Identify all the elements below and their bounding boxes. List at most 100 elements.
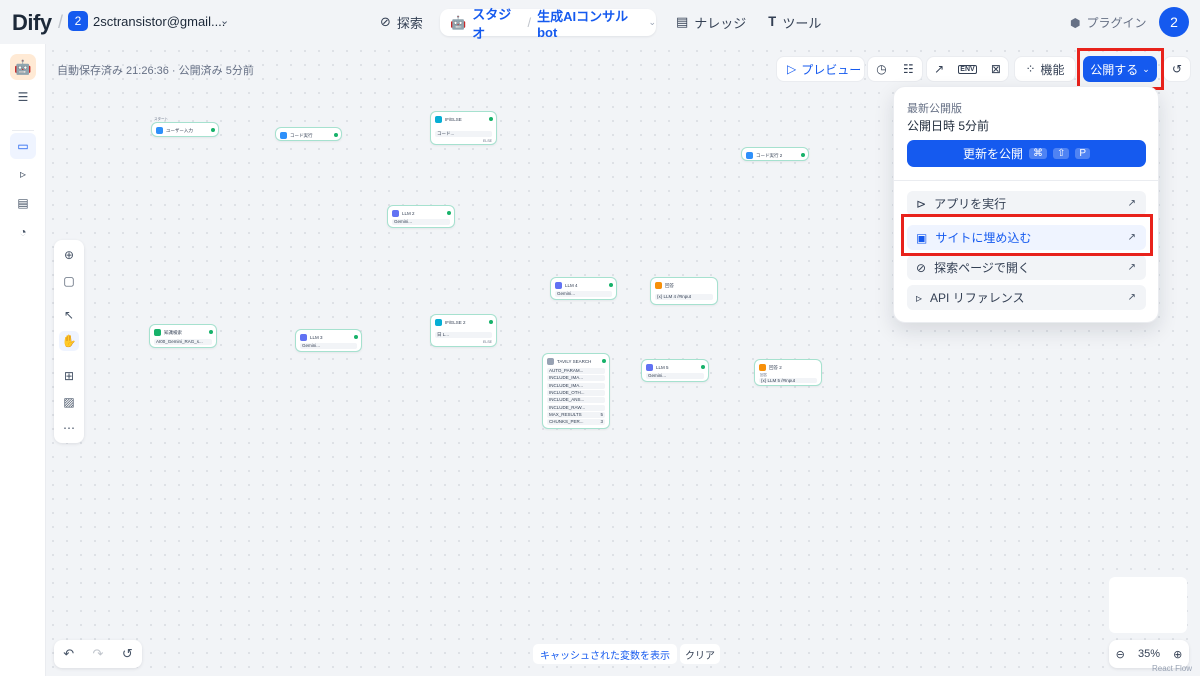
plugins-label: プラグイン	[1086, 16, 1147, 30]
avatar[interactable]: 2	[1159, 7, 1189, 37]
node-handle[interactable]	[801, 153, 805, 157]
zoom-out-icon[interactable]: ⊖	[1116, 648, 1125, 661]
add-node-icon[interactable]: ⊕	[59, 245, 79, 265]
layout-icon[interactable]: ⊞	[59, 366, 79, 386]
node-ifelse-1[interactable]: IF/ELSE コード... ELSE	[430, 111, 497, 145]
node-handle[interactable]	[211, 128, 215, 132]
logs-icon[interactable]: ▤	[12, 192, 34, 214]
node-handle[interactable]	[334, 133, 338, 137]
node-tavily-search[interactable]: TAVILY SEARCH AUTO_PARAM... INCLUDE_IMA..…	[542, 353, 610, 429]
autosave-status: 自動保存済み 21:26:36 · 公開済み 5分前	[57, 65, 254, 77]
external-link-icon: ↗	[1127, 292, 1136, 303]
react-flow-attribution: React Flow	[1152, 664, 1193, 673]
sliders-icon[interactable]: ☰	[12, 86, 34, 108]
node-title: TAVILY SEARCH	[557, 359, 592, 364]
image-export-icon[interactable]: ▨	[59, 392, 79, 412]
toolbar-group-variables: ↗ ENV ⊠	[926, 56, 1009, 82]
terminal-icon[interactable]: ▹	[12, 163, 34, 185]
start-tag: スタート	[154, 117, 168, 121]
answer-row: {x} LLM 4 /#Input	[655, 294, 713, 300]
terminal-icon: ▹	[916, 290, 923, 305]
else-label: ELSE	[483, 139, 492, 143]
menu-api-reference[interactable]: ▹ API リファレンス ↗	[907, 285, 1146, 310]
param-name: INCLUDE_ANS...	[549, 397, 585, 403]
node-handle[interactable]	[489, 320, 493, 324]
plugins-link[interactable]: ⬢ プラグイン	[1070, 14, 1147, 31]
hand-icon[interactable]: ✋	[59, 331, 79, 351]
variable-icon[interactable]: ⊠	[991, 62, 1001, 76]
preview-button[interactable]: ▷ プレビュー	[776, 56, 865, 82]
node-handle[interactable]	[447, 211, 451, 215]
node-title: LLM 4	[565, 283, 578, 288]
nav-knowledge[interactable]: ▤ ナレッジ	[676, 10, 746, 34]
dify-logo[interactable]: Dify	[12, 10, 52, 36]
history-icon[interactable]: ↺	[122, 646, 133, 662]
zoom-in-icon[interactable]: ⊕	[1173, 648, 1182, 661]
node-llm-3[interactable]: LLM 3 Gemini...	[295, 329, 362, 352]
node-llm-5[interactable]: LLM 5 Gemini...	[641, 359, 709, 382]
app-icon[interactable]: 🤖	[10, 54, 36, 80]
node-answer-1[interactable]: 回答 {x} LLM 4 /#Input	[650, 277, 718, 305]
publish-update-button[interactable]: 更新を公開 ⌘ ⇧ P	[907, 140, 1146, 167]
app-name[interactable]: 生成AIコンサルbot	[537, 6, 642, 40]
node-handle[interactable]	[602, 359, 606, 363]
node-code-2[interactable]: コード実行 2	[741, 147, 809, 161]
monitor-icon[interactable]: ◔	[12, 221, 34, 243]
checklist-icon[interactable]: ☷	[903, 62, 914, 76]
zoom-level[interactable]: 35%	[1138, 648, 1160, 660]
node-handle[interactable]	[701, 365, 705, 369]
menu-run-app[interactable]: ⊳ アプリを実行 ↗	[907, 191, 1146, 216]
node-user-input[interactable]: スタート ユーザー入力	[151, 117, 219, 137]
menu-open-explore[interactable]: ⊘ 探索ページで開く ↗	[907, 255, 1146, 280]
database-icon	[154, 329, 161, 336]
workspace-name[interactable]: 2sctransistor@gmail....	[93, 14, 225, 29]
kbd-cmd: ⌘	[1028, 148, 1047, 159]
undo-icon[interactable]: ↶	[63, 646, 74, 662]
answer-row: {x} LLM 5 /#Input	[759, 378, 817, 383]
node-llm-4[interactable]: LLM 4 Gemini...	[550, 277, 617, 300]
highlight-embed	[901, 214, 1153, 256]
answer-icon	[655, 282, 662, 289]
node-answer-2[interactable]: 回答 2 回答 {x} LLM 5 /#Input	[754, 359, 822, 386]
env-icon[interactable]: ENV	[958, 64, 977, 74]
nav-studio[interactable]: 🤖 スタジオ / 生成AIコンサルbot ⌄	[440, 7, 656, 41]
tavily-param-row: MAX_RESULTS 5	[547, 411, 605, 418]
node-knowledge-retrieval[interactable]: 知識検索 AI00_Gemini_RAG_s...	[149, 324, 217, 348]
node-handle[interactable]	[489, 117, 493, 121]
chevron-down-icon[interactable]: ⌄	[220, 14, 229, 27]
show-cached-variables-button[interactable]: キャッシュされた変数を表示	[533, 644, 677, 664]
cube-icon: ⬢	[1070, 15, 1081, 30]
node-llm-2[interactable]: LLM 2 Gemini...	[387, 205, 455, 228]
export-icon[interactable]: ↗	[934, 62, 944, 76]
param-name: INCLUDE_IMA...	[549, 382, 584, 388]
node-title: コード実行 2	[756, 152, 783, 158]
history-button[interactable]: ↺	[1163, 56, 1191, 82]
features-button[interactable]: ⁘ 機能	[1014, 56, 1076, 82]
add-note-icon[interactable]: ▢	[59, 271, 79, 291]
minimap[interactable]	[1109, 577, 1187, 633]
workspace-badge[interactable]: 2	[68, 11, 88, 31]
nav-tools[interactable]: 𝐓 ツール	[768, 10, 821, 34]
workflow-icon[interactable]: ▭	[10, 133, 36, 159]
more-icon[interactable]: ⋯	[59, 418, 79, 438]
redo-icon[interactable]: ↷	[93, 646, 104, 662]
llm-icon	[555, 282, 562, 289]
clear-button[interactable]: クリア	[680, 644, 720, 664]
book-icon: ▤	[676, 14, 689, 29]
node-handle[interactable]	[209, 330, 213, 334]
node-ifelse-2[interactable]: IF/ELSE 2 日 L... ELSE	[430, 314, 497, 347]
node-title: 知識検索	[164, 329, 182, 335]
menu-run-app-label: アプリを実行	[934, 197, 1007, 211]
checklist-clock-icon[interactable]: ◷	[876, 62, 886, 76]
node-code-1[interactable]: コード実行	[275, 127, 342, 141]
pointer-icon[interactable]: ↖	[59, 305, 79, 325]
header-divider: /	[58, 12, 64, 32]
node-handle[interactable]	[609, 283, 613, 287]
chevron-down-icon[interactable]: ⌄	[648, 17, 656, 28]
dataset-row: AI00_Gemini_RAG_s...	[154, 339, 212, 345]
kbd-shift: ⇧	[1052, 148, 1070, 159]
model-row: Gemini...	[392, 219, 450, 225]
nav-explore[interactable]: ⊘ 探索	[380, 10, 423, 34]
node-handle[interactable]	[354, 335, 358, 339]
node-title: コード実行	[290, 132, 313, 138]
